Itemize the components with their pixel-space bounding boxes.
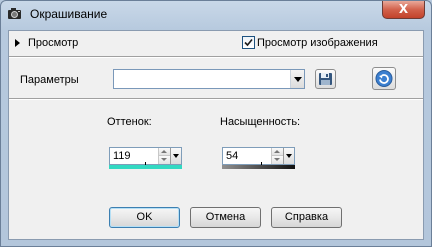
hue-dropdown-button[interactable] [170,148,181,164]
preview-image-label[interactable]: Просмотр изображения [257,37,378,49]
preset-combobox[interactable] [113,69,305,89]
dialog-window: Окрашивание X Просмотр Просмотр изображе… [0,0,432,247]
saturation-stepper[interactable] [271,148,283,164]
checkmark-icon [244,38,253,47]
decrement-arrow-icon[interactable] [272,156,283,164]
app-icon [7,7,23,20]
preview-section: Просмотр Просмотр изображения [9,31,423,56]
divider [9,56,423,58]
close-icon: X [398,2,409,16]
saturation-value[interactable]: 54 [226,150,238,162]
increment-arrow-icon[interactable] [159,148,170,156]
saturation-dropdown-button[interactable] [283,148,294,164]
hue-bar-marker [145,162,146,165]
params-label: Параметры [20,74,79,86]
saturation-label: Насыщенность: [220,116,301,128]
divider [9,98,423,100]
saturation-gradient-bar [222,165,295,169]
preview-image-checkbox[interactable] [242,36,255,49]
cancel-button[interactable]: Отмена [190,207,261,228]
ok-button[interactable]: OK [109,207,180,228]
reset-arrow-icon [375,70,393,87]
saturation-spinbox[interactable]: 54 [222,147,295,165]
close-button[interactable]: X [382,1,425,19]
dialog-client-area: Просмотр Просмотр изображения Параметры [8,30,424,240]
reset-button[interactable] [372,67,396,90]
save-preset-button[interactable] [315,69,336,89]
increment-arrow-icon[interactable] [272,148,283,156]
decrement-arrow-icon[interactable] [159,156,170,164]
help-button[interactable]: Справка [271,207,342,228]
expand-arrow-icon[interactable] [15,39,20,47]
floppy-disk-icon [319,73,332,85]
hue-color-bar [109,165,182,169]
chevron-down-icon[interactable] [290,70,304,88]
preview-label[interactable]: Просмотр [28,37,78,49]
saturation-bar-marker [261,162,262,165]
hue-label: Оттенок: [107,116,152,128]
title-bar[interactable]: Окрашивание X [1,1,431,26]
hue-value[interactable]: 119 [113,150,131,162]
window-title: Окрашивание [30,7,108,21]
hue-stepper[interactable] [158,148,170,164]
